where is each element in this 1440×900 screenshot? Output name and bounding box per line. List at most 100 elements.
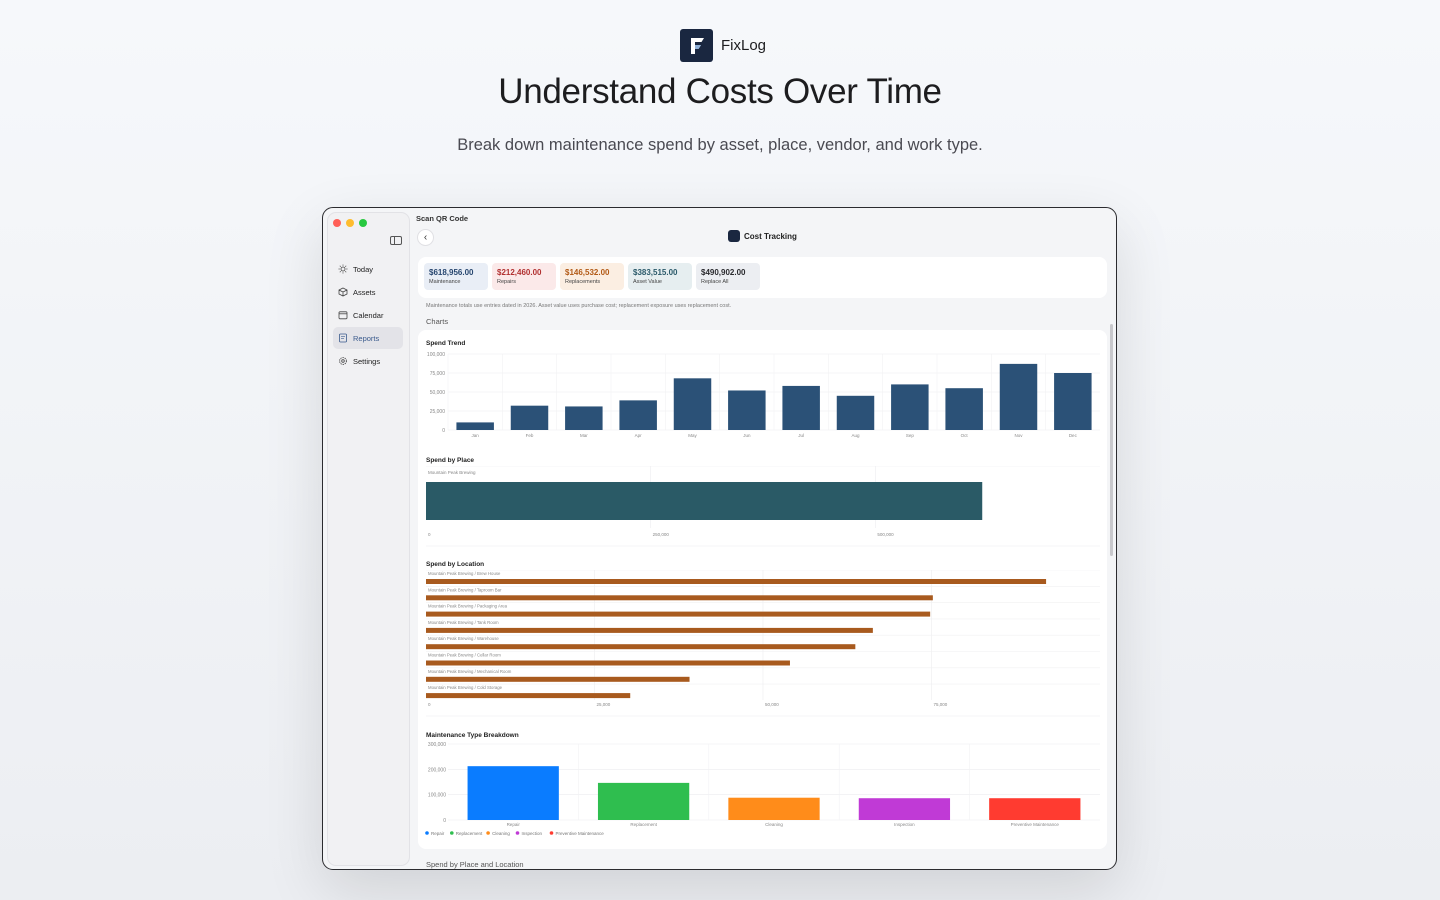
x-tick-label: Jun — [743, 433, 751, 438]
legend-swatch — [450, 831, 454, 835]
bar-feb — [510, 405, 549, 430]
sidebar-item-label: Settings — [353, 356, 381, 366]
sidebar-item-reports[interactable]: Reports — [333, 327, 403, 349]
x-tick-label: May — [688, 433, 697, 438]
bar-nov — [999, 363, 1038, 430]
x-tick-label: 25,000 — [597, 702, 611, 707]
x-tick-label: 50,000 — [765, 702, 779, 707]
sun-icon — [338, 264, 348, 274]
sidebar-item-calendar[interactable]: Calendar — [333, 304, 403, 326]
bar-type — [728, 797, 820, 820]
location-bar — [426, 644, 856, 650]
legend-swatch — [486, 831, 490, 835]
brand-header: FixLog — [680, 29, 766, 62]
bar-dec — [1054, 373, 1092, 430]
stat-value: $212,460.00 — [497, 268, 542, 277]
bar-type — [467, 766, 559, 820]
x-tick-label: Mar — [580, 433, 588, 438]
x-tick-label: Inspection — [894, 822, 915, 827]
location-bar — [426, 660, 790, 666]
bar-type — [858, 798, 951, 820]
y-tick-label: 100,000 — [427, 352, 445, 358]
sidebar-item-label: Calendar — [353, 310, 384, 320]
stat-label: Asset Value — [633, 279, 662, 285]
x-tick-label: Aug — [851, 433, 860, 438]
spend-trend-chart: 0 25,000 50,000 75,000 100,000 Jan Feb Mar Apr Ma… — [427, 352, 1100, 438]
scan-qr-code-label[interactable]: Scan QR Code — [416, 214, 468, 223]
y-tick-label: 100,000 — [428, 793, 446, 799]
x-tick-label: Sep — [906, 433, 915, 438]
zoom-window-button[interactable] — [359, 219, 367, 227]
stat-replacements: $146,532.00 Replacements — [560, 263, 624, 290]
legend-label: Inspection — [522, 831, 543, 836]
x-tick-label: Preventive Maintenance — [1011, 822, 1060, 827]
sidebar-item-label: Today — [353, 264, 374, 274]
legend-label: Cleaning — [492, 831, 510, 836]
spend-by-place-chart: Mountain Peak Brewing 0 250,000 500,000 — [426, 466, 1100, 547]
category-label: Mountain Peak Brewing / Brew House — [428, 571, 501, 576]
x-tick-label: Oct — [961, 433, 969, 438]
sidebar-item-today[interactable]: Today — [333, 258, 403, 280]
bar-may — [673, 378, 712, 430]
y-tick-label: 0 — [442, 428, 445, 434]
bar-type — [989, 798, 1081, 820]
bar-mar — [565, 406, 603, 430]
x-tick-label: 0 — [428, 702, 431, 707]
stat-asset-value: $383,515.00 Asset Value — [628, 263, 692, 290]
brand-name: FixLog — [721, 37, 767, 54]
y-tick-label: 50,000 — [430, 390, 446, 396]
x-tick-label: 500,000 — [877, 532, 894, 537]
hero-subtitle: Break down maintenance spend by asset, p… — [457, 136, 983, 154]
category-label: Mountain Peak Brewing / Mechanical Room — [428, 669, 512, 674]
spend-by-location-chart: Mountain Peak Brewing / Brew House Mounta… — [426, 570, 1100, 717]
stat-value: $383,515.00 — [633, 268, 678, 277]
sidebar: Today Assets Calendar Reports Settings — [327, 212, 410, 866]
cube-icon — [338, 287, 348, 297]
sidebar-item-settings[interactable]: Settings — [333, 350, 403, 372]
legend-swatch — [425, 831, 429, 835]
bar-type — [597, 782, 690, 820]
app-window: Today Assets Calendar Reports Settings S… — [322, 207, 1117, 870]
bar-mountain-peak-brewing — [426, 482, 983, 520]
scrollbar[interactable] — [1110, 324, 1113, 556]
stat-label: Repairs — [497, 279, 516, 285]
sidebar-item-assets[interactable]: Assets — [333, 281, 403, 303]
chart-title-spend-by-place: Spend by Place — [426, 457, 475, 464]
stat-replace-all: $490,902.00 Replace All — [696, 263, 760, 290]
chart-title-maintenance-type: Maintenance Type Breakdown — [426, 732, 519, 739]
fixlog-logo-icon — [680, 29, 713, 62]
stat-maintenance: $618,956.00 Maintenance — [424, 263, 488, 290]
maintenance-type-chart: 0 100,000 200,000 300,000 Repair Replacement C… — [425, 742, 1100, 836]
x-tick-label: Feb — [526, 433, 534, 438]
legend-label: Repair — [431, 831, 445, 836]
location-bar — [426, 579, 1047, 584]
charts-heading: Charts — [426, 317, 449, 326]
sidebar-item-label: Reports — [353, 333, 380, 343]
category-label: Mountain Peak Brewing — [428, 470, 476, 475]
chevron-left-icon: ‹ — [423, 232, 428, 243]
bar-jan — [456, 422, 494, 430]
stat-value: $618,956.00 — [429, 268, 474, 277]
charts-card: Spend Trend 0 25,000 50,000 75,000 100,000 Ja… — [418, 330, 1107, 849]
bar-apr — [619, 400, 657, 430]
minimize-window-button[interactable] — [346, 219, 354, 227]
y-tick-label: 200,000 — [428, 767, 446, 773]
calendar-icon — [338, 311, 348, 320]
window-controls — [333, 219, 367, 227]
x-tick-label: Apr — [635, 433, 643, 438]
stat-label: Maintenance — [429, 279, 461, 285]
sidebar-toggle-icon[interactable] — [390, 236, 402, 245]
x-tick-label: Cleaning — [765, 822, 783, 827]
chart-title-spend-trend: Spend Trend — [426, 340, 466, 347]
location-bar — [426, 595, 933, 601]
spend-by-place-location-heading: Spend by Place and Location — [426, 860, 524, 869]
close-window-button[interactable] — [333, 219, 341, 227]
gear-icon — [339, 357, 347, 365]
y-tick-label: 25,000 — [430, 409, 446, 415]
location-bar — [426, 693, 631, 699]
screen-title: Cost Tracking — [728, 230, 797, 242]
x-tick-label: Nov — [1014, 433, 1023, 438]
legend-swatch — [549, 831, 554, 835]
back-button[interactable]: ‹ — [417, 229, 434, 246]
cost-summary-card: $618,956.00 Maintenance $212,460.00 Repa… — [418, 257, 1107, 298]
